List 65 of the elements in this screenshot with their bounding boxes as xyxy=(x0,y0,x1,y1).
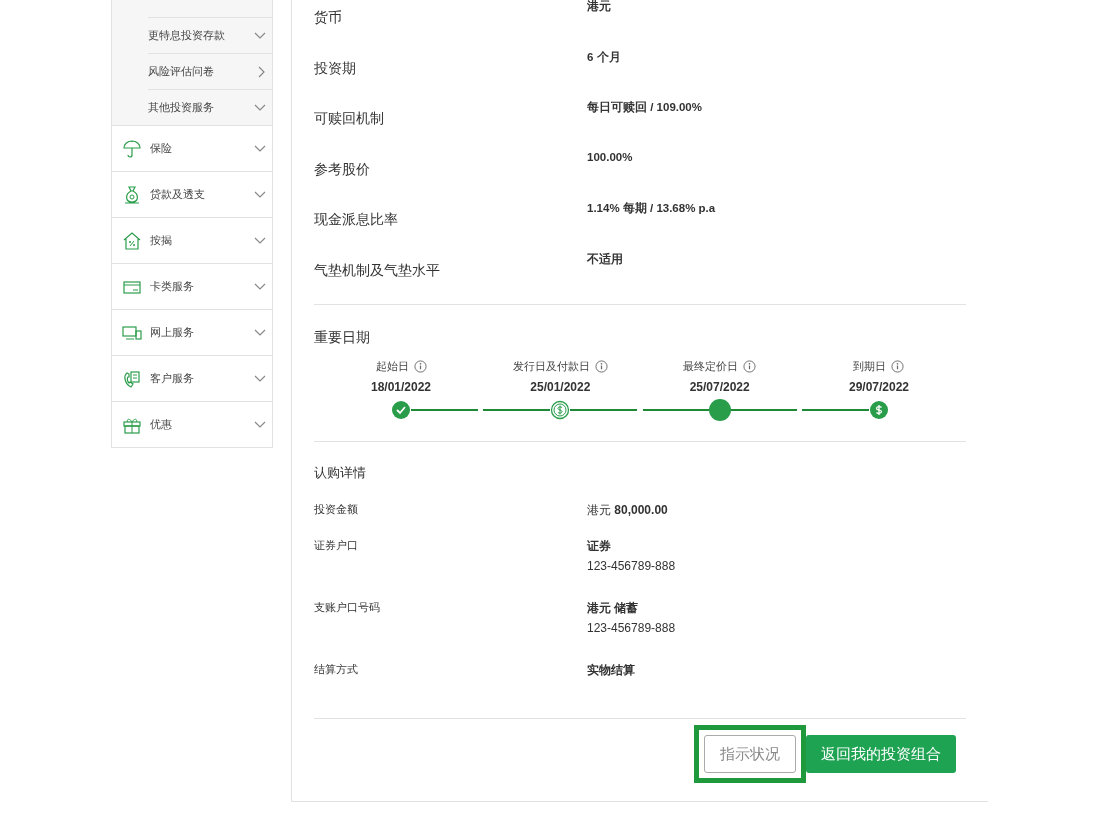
field-value: 证券 xyxy=(587,538,612,555)
field-value: 6 个月 xyxy=(587,49,621,65)
status-button[interactable]: 指示状况 xyxy=(704,735,796,773)
field-label: 现金派息比率 xyxy=(314,210,399,229)
field-value: 1.14% 每期 / 13.68% p.a xyxy=(587,201,716,216)
current-step-dot xyxy=(708,399,731,421)
sidebar-item[interactable]: 按揭 xyxy=(112,217,272,263)
chevron-down-icon xyxy=(254,31,266,40)
field-value: 港元 80,000.00 xyxy=(587,502,668,519)
field-label: 支账户口号码 xyxy=(314,600,381,616)
step-label: 发行日及付款日 xyxy=(512,359,590,374)
chevron-down-icon xyxy=(254,236,266,245)
sidebar-subitem[interactable]: 更特息投资存款 xyxy=(148,17,272,53)
sidebar-item[interactable]: 优惠 xyxy=(112,401,272,447)
step-date: 25/01/2022 xyxy=(530,380,591,394)
phone-document-icon xyxy=(122,368,142,389)
house-percent-icon xyxy=(122,230,142,251)
sidebar-item[interactable]: 网上服务 xyxy=(112,309,272,355)
dollar-icon xyxy=(869,400,889,420)
chevron-down-icon xyxy=(254,282,266,291)
field-label: 投资期 xyxy=(314,58,357,78)
info-icon[interactable] xyxy=(413,360,427,373)
sidebar-item[interactable]: 贷款及透支 xyxy=(112,171,272,217)
chevron-down-icon xyxy=(254,144,266,153)
sidebar-item[interactable]: 客户服务 xyxy=(112,355,272,401)
field-label: 可赎回机制 xyxy=(314,109,385,128)
info-icon[interactable] xyxy=(594,360,608,373)
chevron-down-icon xyxy=(254,190,266,199)
field-label: 货币 xyxy=(314,8,343,27)
field-label: 投资金额 xyxy=(314,502,359,518)
step-label: 到期日 xyxy=(853,359,887,374)
sidebar-item[interactable]: 保险 xyxy=(112,125,272,171)
field-value: 港元 储蓄 xyxy=(587,600,640,617)
step-label: 最终定价日 xyxy=(683,359,739,374)
field-value: 100.00% xyxy=(587,150,633,165)
field-value: 每日可赎回 / 109.00% xyxy=(587,100,702,115)
sidebar-subitem[interactable]: 其他投资服务 xyxy=(148,89,272,125)
check-icon xyxy=(391,400,411,420)
field-label: 证券户口 xyxy=(314,538,359,554)
account-number: 123-456789-888 xyxy=(587,559,676,573)
info-icon[interactable] xyxy=(743,360,757,373)
field-label: 气垫机制及气垫水平 xyxy=(314,260,441,280)
section-title: 重要日期 xyxy=(314,328,371,347)
chevron-down-icon xyxy=(254,420,266,429)
sidebar-item[interactable]: 卡类服务 xyxy=(112,263,272,309)
step-date: 25/07/2022 xyxy=(689,380,750,394)
field-value: 不适用 xyxy=(587,251,623,267)
field-value: 实物结算 xyxy=(587,662,635,679)
money-bag-icon xyxy=(122,184,142,205)
section-title: 认购详情 xyxy=(314,464,367,482)
chevron-down-icon xyxy=(254,328,266,337)
field-label: 参考股价 xyxy=(314,159,371,179)
chevron-down-icon xyxy=(254,374,266,383)
dollar-icon xyxy=(550,400,571,420)
umbrella-icon xyxy=(122,138,142,159)
account-number: 123-456789-888 xyxy=(587,621,676,635)
step-date: 29/07/2022 xyxy=(848,380,909,394)
step-date: 18/01/2022 xyxy=(370,380,432,394)
field-label: 结算方式 xyxy=(314,662,359,678)
info-icon[interactable] xyxy=(891,360,905,373)
field-value: 港元 xyxy=(587,0,611,14)
sidebar-subitem[interactable]: 风险评估问卷 xyxy=(148,53,272,89)
chevron-right-icon xyxy=(258,65,266,78)
chevron-down-icon xyxy=(254,103,266,112)
step-label: 起始日 xyxy=(375,359,409,374)
